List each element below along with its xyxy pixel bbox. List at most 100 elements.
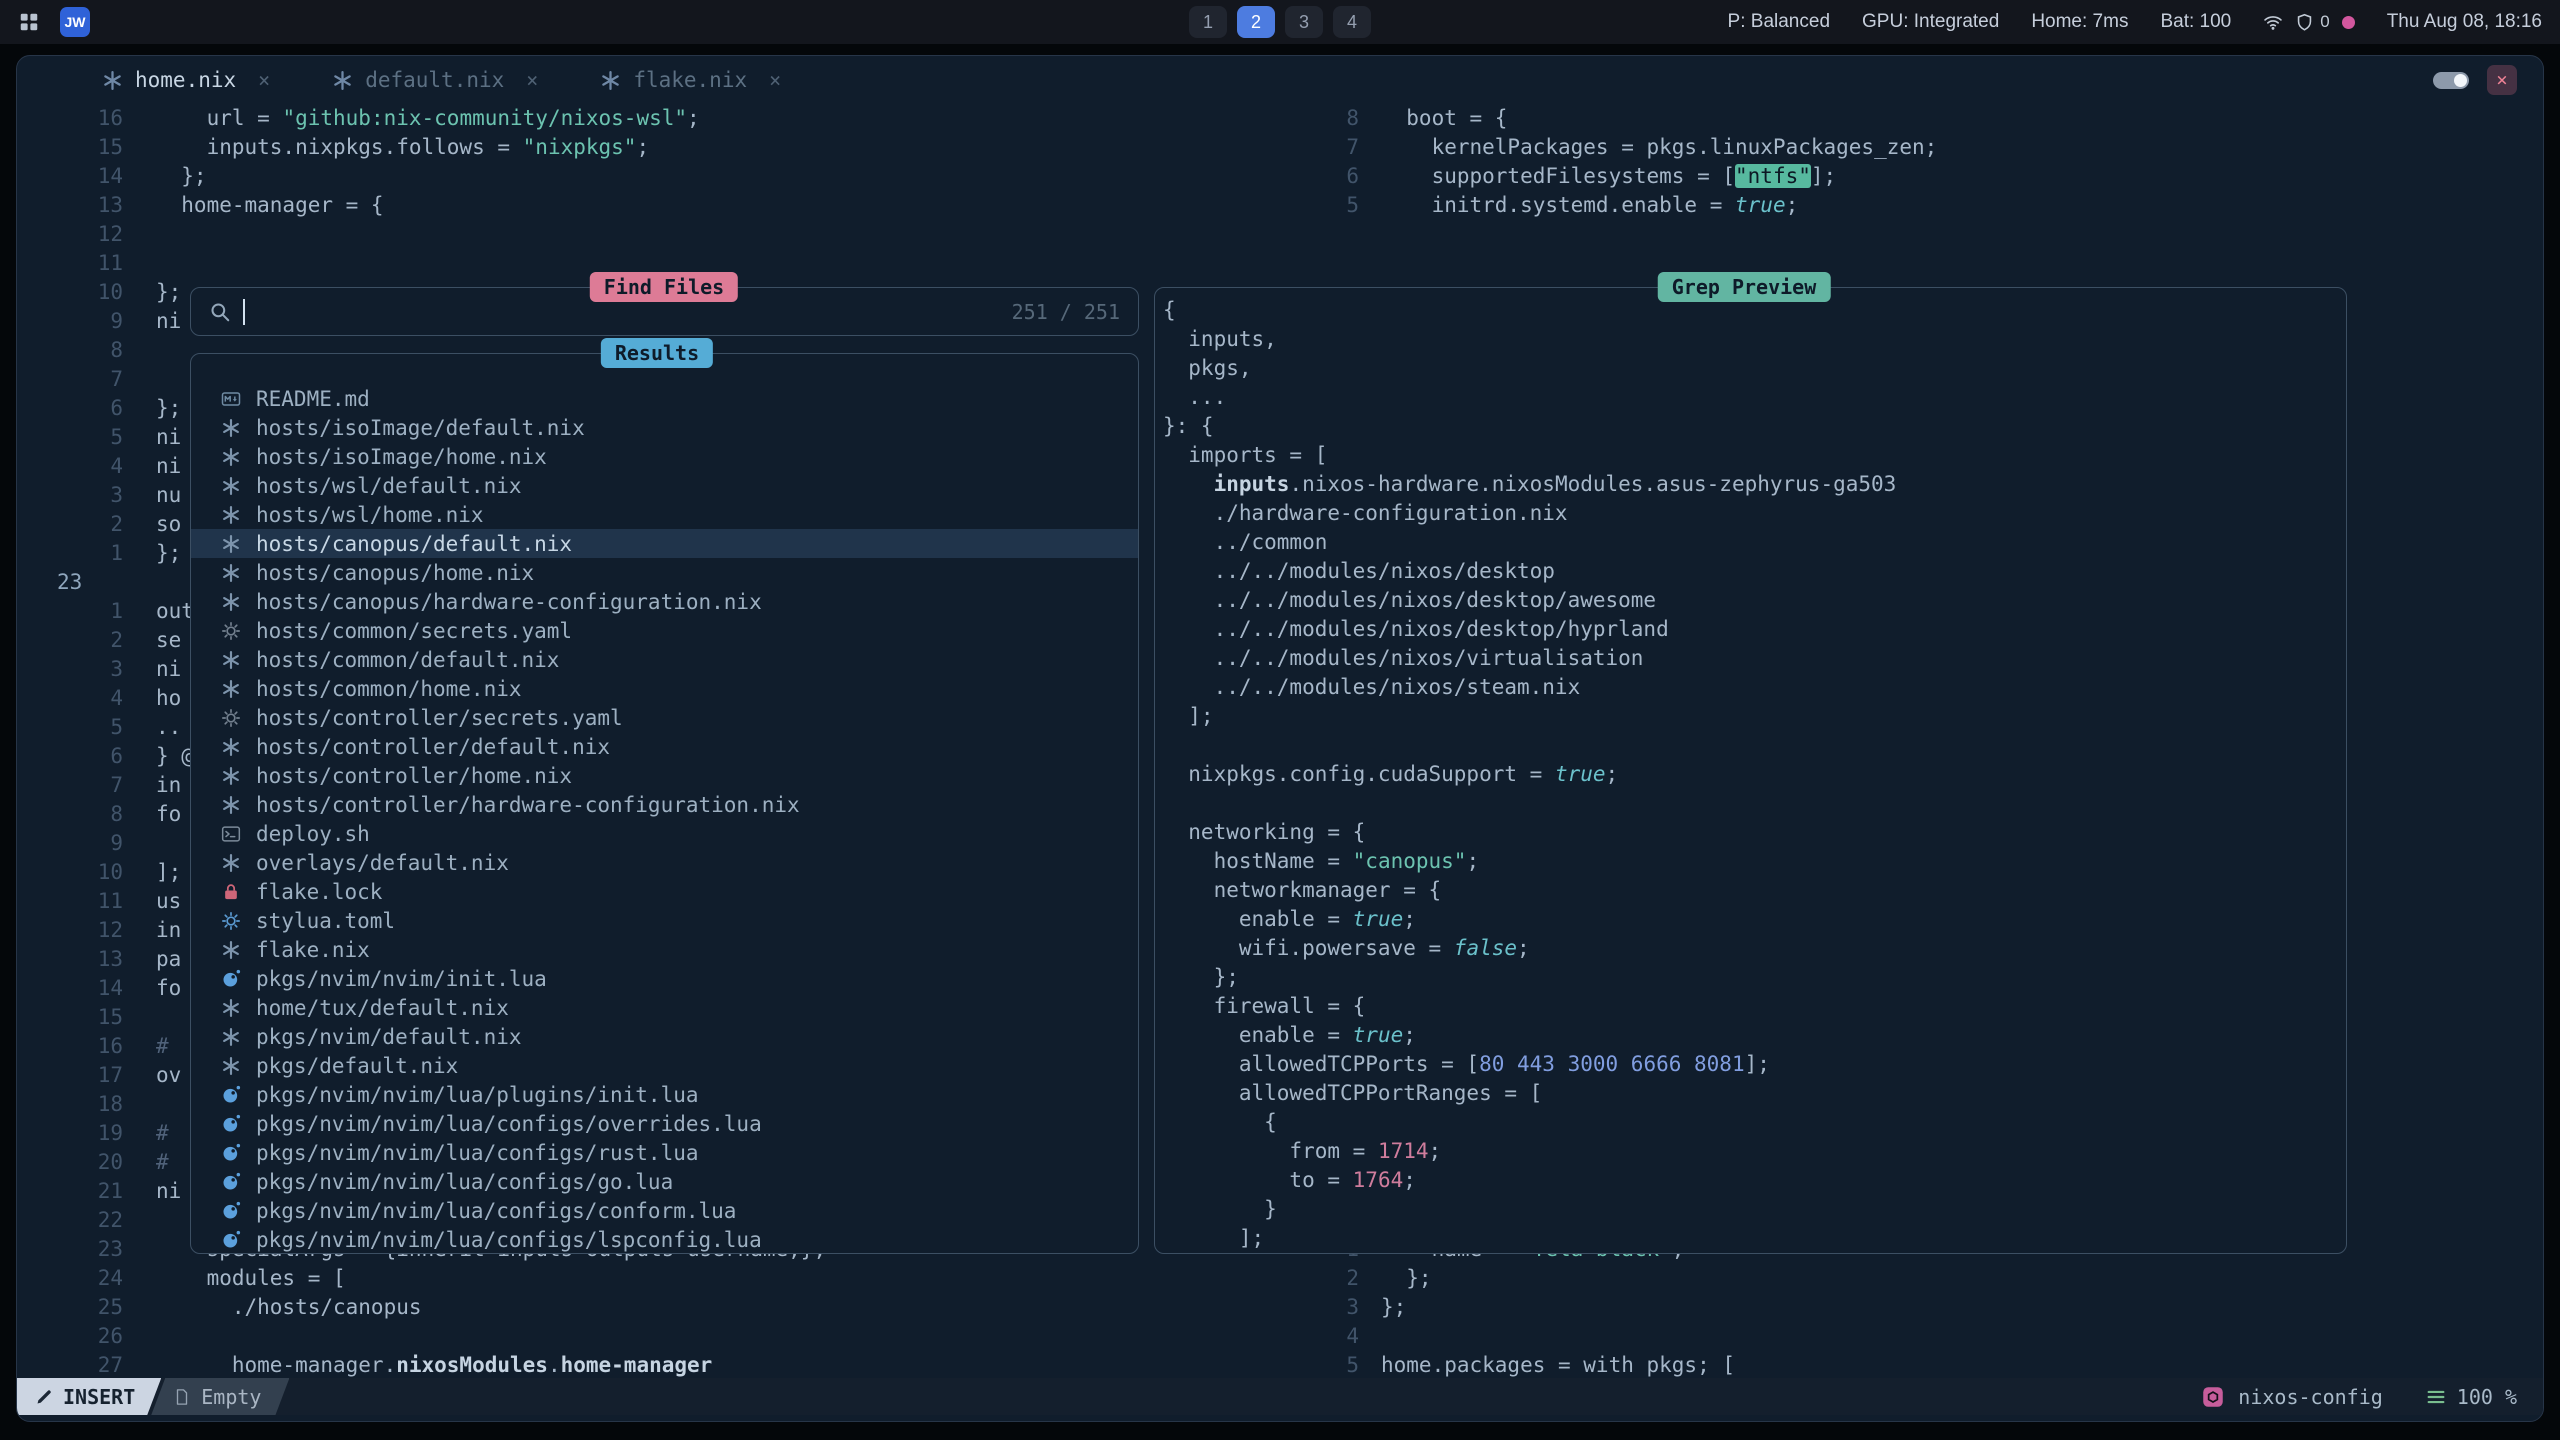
workspace-button[interactable]: 3 bbox=[1285, 6, 1323, 38]
line-number: 13 bbox=[17, 191, 123, 220]
ping-module[interactable]: Home: 7ms bbox=[2031, 11, 2128, 33]
finder-result-row[interactable]: hosts/wsl/default.nix bbox=[191, 471, 1138, 500]
line-number: 13 bbox=[17, 945, 123, 974]
tab-close-icon[interactable]: × bbox=[769, 68, 781, 92]
result-path: hosts/controller/home.nix bbox=[256, 764, 572, 788]
line-number: 14 bbox=[17, 162, 123, 191]
finder-result-row[interactable]: hosts/common/home.nix bbox=[191, 674, 1138, 703]
tab-close-icon[interactable]: × bbox=[526, 68, 538, 92]
line-number: 9 bbox=[17, 829, 123, 858]
finder-result-row[interactable]: README.md bbox=[191, 384, 1138, 413]
finder-result-row[interactable]: overlays/default.nix bbox=[191, 848, 1138, 877]
result-path: hosts/wsl/default.nix bbox=[256, 474, 522, 498]
workspace-button[interactable]: 2 bbox=[1237, 6, 1275, 38]
result-path: hosts/controller/default.nix bbox=[256, 735, 610, 759]
tab-label: flake.nix bbox=[633, 68, 747, 92]
tab-home.nix[interactable]: home.nix× bbox=[102, 68, 270, 92]
finder-result-row[interactable]: pkgs/nvim/nvim/lua/configs/rust.lua bbox=[191, 1138, 1138, 1167]
finder-result-row[interactable]: hosts/controller/hardware-configuration.… bbox=[191, 790, 1138, 819]
finder-result-row[interactable]: hosts/common/secrets.yaml bbox=[191, 616, 1138, 645]
result-path: stylua.toml bbox=[256, 909, 395, 933]
tab-label: default.nix bbox=[365, 68, 504, 92]
nix-icon bbox=[600, 70, 621, 91]
preview-line: firewall = { bbox=[1163, 992, 2346, 1021]
preview-line: { bbox=[1163, 1108, 2346, 1137]
finder-result-row[interactable]: home/tux/default.nix bbox=[191, 993, 1138, 1022]
finder-result-row[interactable]: hosts/canopus/home.nix bbox=[191, 558, 1138, 587]
workspaces: 1234 bbox=[1189, 6, 1371, 38]
line-number: 25 bbox=[17, 1293, 123, 1322]
topbar: JW 1234 P: Balanced GPU: Integrated Home… bbox=[0, 0, 2560, 44]
finder-result-row[interactable]: pkgs/nvim/default.nix bbox=[191, 1022, 1138, 1051]
clock[interactable]: Thu Aug 08, 18:16 bbox=[2387, 11, 2542, 33]
results-list: README.mdhosts/isoImage/default.nixhosts… bbox=[190, 353, 1139, 1254]
power-profile-module[interactable]: P: Balanced bbox=[1728, 11, 1830, 33]
line-number: 8 bbox=[1287, 104, 1359, 133]
finder-result-row[interactable]: hosts/controller/default.nix bbox=[191, 732, 1138, 761]
finder-result-row[interactable]: hosts/canopus/default.nix bbox=[191, 529, 1138, 558]
shield-icon[interactable] bbox=[2295, 13, 2314, 32]
gpu-module[interactable]: GPU: Integrated bbox=[1862, 11, 1999, 33]
finder-result-row[interactable]: hosts/isoImage/home.nix bbox=[191, 442, 1138, 471]
finder-result-row[interactable]: pkgs/nvim/nvim/lua/configs/go.lua bbox=[191, 1167, 1138, 1196]
result-path: pkgs/nvim/nvim/lua/configs/rust.lua bbox=[256, 1141, 699, 1165]
lua-file-icon bbox=[219, 1199, 243, 1223]
result-path: pkgs/nvim/nvim/lua/configs/lspconfig.lua bbox=[256, 1228, 762, 1252]
nix-file-icon bbox=[219, 851, 243, 875]
line-number: 11 bbox=[17, 887, 123, 916]
result-counter: 251 / 251 bbox=[1012, 300, 1120, 324]
finder-result-row[interactable]: hosts/isoImage/default.nix bbox=[191, 413, 1138, 442]
code-line: 8 boot = { bbox=[1287, 104, 2543, 133]
result-path: overlays/default.nix bbox=[256, 851, 509, 875]
line-number: 26 bbox=[17, 1322, 123, 1351]
buffer-icon bbox=[173, 1388, 191, 1406]
finder-result-row[interactable]: pkgs/nvim/nvim/lua/plugins/init.lua bbox=[191, 1080, 1138, 1109]
tab-default.nix[interactable]: default.nix × bbox=[332, 68, 538, 92]
line-number: 1 bbox=[17, 539, 123, 568]
tab-close-icon[interactable]: × bbox=[258, 68, 270, 92]
line-number: 4 bbox=[17, 452, 123, 481]
result-path: pkgs/nvim/default.nix bbox=[256, 1025, 522, 1049]
tabs: home.nix× default.nix × flake.nix × bbox=[102, 68, 843, 92]
wifi-icon[interactable] bbox=[2263, 12, 2283, 32]
buffer-indicator: Empty bbox=[151, 1378, 289, 1415]
workspace-button[interactable]: 1 bbox=[1189, 6, 1227, 38]
finder-result-row[interactable]: deploy.sh bbox=[191, 819, 1138, 848]
lines-icon bbox=[2425, 1386, 2447, 1408]
line-number: 5 bbox=[1287, 191, 1359, 220]
finder-result-row[interactable]: hosts/wsl/home.nix bbox=[191, 500, 1138, 529]
line-number: 4 bbox=[1287, 1322, 1359, 1351]
finder-result-row[interactable]: flake.lock bbox=[191, 877, 1138, 906]
result-path: hosts/canopus/default.nix bbox=[256, 532, 572, 556]
line-number: 18 bbox=[17, 1090, 123, 1119]
logo-badge[interactable]: JW bbox=[60, 7, 90, 37]
finder-result-row[interactable]: hosts/common/default.nix bbox=[191, 645, 1138, 674]
indicator-dot-icon[interactable] bbox=[2342, 16, 2355, 29]
code-line: 6 supportedFilesystems = ["ntfs"]; bbox=[1287, 162, 2543, 191]
finder-result-row[interactable]: hosts/canopus/hardware-configuration.nix bbox=[191, 587, 1138, 616]
finder-result-row[interactable]: hosts/controller/home.nix bbox=[191, 761, 1138, 790]
finder-result-row[interactable]: flake.nix bbox=[191, 935, 1138, 964]
tab-flake.nix[interactable]: flake.nix × bbox=[600, 68, 781, 92]
battery-module[interactable]: Bat: 100 bbox=[2160, 11, 2231, 33]
line-number: 19 bbox=[17, 1119, 123, 1148]
finder-result-row[interactable]: pkgs/nvim/nvim/lua/configs/conform.lua bbox=[191, 1196, 1138, 1225]
nix-file-icon bbox=[219, 996, 243, 1020]
finder-result-row[interactable]: pkgs/default.nix bbox=[191, 1051, 1138, 1080]
result-path: hosts/controller/secrets.yaml bbox=[256, 706, 623, 730]
toggle-icon[interactable] bbox=[2433, 72, 2469, 89]
grep-preview[interactable]: { inputs, pkgs, ...}: { imports = [ inpu… bbox=[1154, 287, 2347, 1254]
finder-result-row[interactable]: pkgs/nvim/nvim/lua/configs/overrides.lua bbox=[191, 1109, 1138, 1138]
workspace-button[interactable]: 4 bbox=[1333, 6, 1371, 38]
finder-result-row[interactable]: stylua.toml bbox=[191, 906, 1138, 935]
lua-file-icon bbox=[219, 967, 243, 991]
finder-result-row[interactable]: pkgs/nvim/nvim/init.lua bbox=[191, 964, 1138, 993]
finder-result-row[interactable]: pkgs/nvim/nvim/lua/configs/lspconfig.lua bbox=[191, 1225, 1138, 1254]
finder-result-row[interactable]: hosts/controller/secrets.yaml bbox=[191, 703, 1138, 732]
window-close-button[interactable]: × bbox=[2487, 65, 2517, 95]
line-number: 14 bbox=[17, 974, 123, 1003]
apps-icon[interactable] bbox=[18, 11, 40, 33]
preview-line: ]; bbox=[1163, 702, 2346, 731]
nix-file-icon bbox=[219, 648, 243, 672]
code-line: 24 modules = [ bbox=[17, 1264, 1281, 1293]
